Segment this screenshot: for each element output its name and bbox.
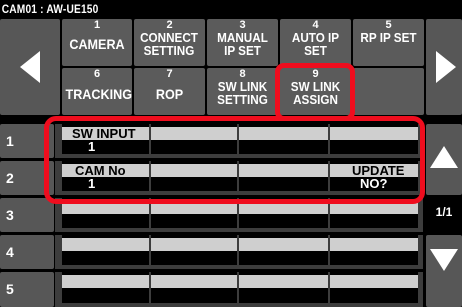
menu-camera-button[interactable]: 1 CAMERA — [62, 19, 132, 66]
menu-empty-button[interactable] — [353, 68, 424, 115]
cell-header-bar — [151, 275, 237, 288]
menu-number: 6 — [93, 68, 101, 80]
row4-cell-2[interactable] — [151, 235, 237, 265]
menu-sw-link-setting-button[interactable]: 8 SW LINK SETTING — [207, 68, 278, 115]
menu-number: 1 — [93, 19, 101, 31]
menu-label: AUTO IP SET — [291, 30, 340, 58]
window-title: CAM01 : AW-UE150 — [0, 0, 393, 18]
row-number-5[interactable]: 5 — [0, 272, 54, 307]
menu-connect-setting-button[interactable]: 2 CONNECT SETTING — [134, 19, 205, 66]
cell-header-bar — [239, 275, 328, 288]
cell-header-bar — [330, 238, 418, 251]
row4-cell-1[interactable] — [62, 235, 149, 265]
rows-highlight-frame — [44, 116, 425, 204]
cell-header-bar — [151, 238, 237, 251]
menu-label: CONNECT SETTING — [140, 30, 198, 58]
next-page-button[interactable] — [426, 19, 462, 115]
menu-label: SW LINK SETTING — [217, 79, 268, 107]
cell-header-bar — [62, 275, 149, 288]
menu-tracking-button[interactable]: 6 TRACKING — [62, 68, 132, 115]
menu-label: CAMERA — [69, 36, 125, 52]
scroll-up-button[interactable] — [426, 124, 462, 195]
left-arrow-icon — [20, 51, 40, 83]
menu-label: TRACKING — [65, 86, 133, 102]
down-arrow-icon — [430, 249, 458, 271]
menu-auto-ip-set-button[interactable]: 4 AUTO IP SET — [280, 19, 351, 66]
row4-cell-3[interactable] — [239, 235, 328, 265]
row5-cell-4[interactable] — [330, 272, 418, 303]
page-indicator: 1/1 — [435, 205, 453, 219]
menu-manual-ip-set-button[interactable]: 3 MANUAL IP SET — [207, 19, 278, 66]
menu-label: RP IP SET — [360, 30, 417, 45]
menu-label: ROP — [155, 86, 184, 102]
row5-cell-1[interactable] — [62, 272, 149, 303]
right-arrow-icon — [436, 51, 456, 83]
menu-highlight-frame — [275, 63, 355, 121]
cell-header-bar — [239, 238, 328, 251]
cell-header-bar — [62, 238, 149, 251]
row5-cell-3[interactable] — [239, 272, 328, 303]
row4-cell-4[interactable] — [330, 235, 418, 265]
scroll-down-button[interactable] — [426, 235, 462, 307]
prev-page-button[interactable] — [0, 19, 60, 115]
cell-header-bar — [330, 275, 418, 288]
up-arrow-icon — [430, 146, 458, 168]
row-number-4[interactable]: 4 — [0, 235, 54, 269]
menu-rop-button[interactable]: 7 ROP — [134, 68, 205, 115]
row-number-3[interactable]: 3 — [0, 198, 54, 232]
menu-rp-ip-set-button[interactable]: 5 RP IP SET — [353, 19, 424, 66]
row5-cell-2[interactable] — [151, 272, 237, 303]
menu-label: MANUAL IP SET — [217, 30, 268, 58]
menu-number: 7 — [166, 68, 173, 80]
